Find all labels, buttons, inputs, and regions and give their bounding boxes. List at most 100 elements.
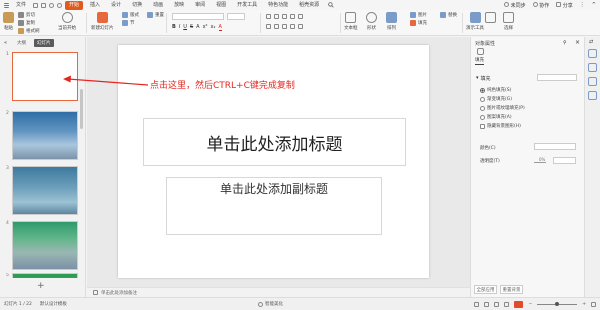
align-right-icon[interactable] <box>282 24 287 29</box>
normal-view-icon[interactable] <box>484 301 490 307</box>
collapse-ribbon-icon[interactable]: ^ <box>592 2 596 8</box>
radio-button[interactable] <box>480 105 485 111</box>
checkbox-hide-background[interactable]: 隐藏背景图形(H) <box>480 123 521 129</box>
undo-icon[interactable] <box>49 2 55 8</box>
ribbon-extra-button[interactable] <box>485 12 496 25</box>
paste-button[interactable]: 粘贴 <box>3 12 14 31</box>
slide-thumbnail-image[interactable] <box>12 166 78 215</box>
tab-design[interactable]: 设计 <box>107 1 125 10</box>
side-toolbar-expand-icon[interactable]: ⇄ <box>589 39 593 45</box>
slide-thumbnail-image[interactable] <box>12 111 78 160</box>
radio-pattern-fill[interactable]: 图案填充(A) <box>480 114 512 120</box>
transparency-input[interactable] <box>553 157 576 164</box>
menu-file[interactable]: 文件 <box>12 1 30 10</box>
slide-thumbnail[interactable]: 1 <box>6 52 78 101</box>
radio-picture-fill[interactable]: 图片或纹理填充(P) <box>480 105 525 111</box>
checkbox[interactable] <box>480 123 485 129</box>
bullet-list-icon[interactable] <box>266 14 271 19</box>
color-picker[interactable] <box>534 143 576 150</box>
fill-preset-dropdown[interactable] <box>537 74 577 81</box>
font-color-button[interactable]: A <box>218 24 222 31</box>
numbered-list-icon[interactable] <box>274 14 279 19</box>
tab-docer[interactable]: 稻壳资源 <box>295 1 323 10</box>
subtitle-placeholder[interactable]: 单击此处添加副标题 <box>166 177 382 235</box>
italic-button[interactable]: I <box>179 24 180 31</box>
picture-button[interactable]: 图片 <box>410 12 427 18</box>
superscript-button[interactable]: x² <box>203 24 208 31</box>
fill-button[interactable]: 填充 <box>410 20 427 26</box>
slide-thumbnail-image[interactable] <box>12 52 78 101</box>
font-size-select[interactable] <box>227 13 245 20</box>
more-icon[interactable]: ⋮ <box>580 2 585 8</box>
radio-gradient-fill[interactable]: 渐变填充(G) <box>480 96 512 102</box>
reading-view-icon[interactable] <box>504 301 510 307</box>
tab-fill[interactable]: 填充 <box>475 57 484 65</box>
collapse-panel-icon[interactable]: « <box>4 40 9 46</box>
from-current-button[interactable]: 当前开始 <box>58 12 76 31</box>
section-button[interactable]: 节 <box>122 20 139 26</box>
tab-slides[interactable]: 幻灯片 <box>34 38 54 47</box>
cut-button[interactable]: 剪切 <box>18 12 40 18</box>
radio-button[interactable] <box>480 96 485 102</box>
fill-tab-icon[interactable] <box>477 48 484 55</box>
settings-icon[interactable] <box>588 91 597 100</box>
tab-home[interactable]: 开始 <box>65 0 84 10</box>
notes-bar[interactable]: 单击此处添加备注 <box>87 287 470 297</box>
subscript-button[interactable]: x₂ <box>211 24 216 31</box>
slide-panel-scrollbar[interactable] <box>80 89 83 129</box>
notes-placeholder[interactable]: 单击此处添加备注 <box>101 290 137 296</box>
reset-background-button[interactable]: 重置背景 <box>500 285 523 294</box>
fill-section-header[interactable]: ▾ 填充 <box>476 75 491 82</box>
tab-review[interactable]: 审阅 <box>191 1 209 10</box>
redo-icon[interactable] <box>57 2 63 8</box>
format-painter-button[interactable]: 格式刷 <box>18 28 40 34</box>
add-slide-button[interactable]: + <box>37 281 45 291</box>
zoom-in-icon[interactable]: + <box>582 302 586 307</box>
replace-button[interactable]: 替换 <box>440 12 457 18</box>
reset-button[interactable]: 重置 <box>147 12 164 18</box>
slideshow-play-button[interactable] <box>514 300 524 308</box>
slide-thumbnail-image[interactable] <box>12 273 78 278</box>
bold-button[interactable]: B <box>172 24 176 31</box>
zoom-slider[interactable] <box>537 301 578 306</box>
properties-icon[interactable] <box>588 49 597 58</box>
tab-features[interactable]: 特色功能 <box>264 1 292 10</box>
select-button[interactable]: 选择 <box>503 12 514 31</box>
sorter-view-icon[interactable] <box>494 301 500 307</box>
radio-solid-fill[interactable]: 纯色填充(S) <box>480 87 511 93</box>
shadow-button[interactable]: A <box>196 24 199 31</box>
distribute-icon[interactable] <box>298 24 303 29</box>
beautify-button[interactable]: 智能美化 <box>258 301 283 307</box>
fit-window-icon[interactable] <box>591 301 596 307</box>
indent-increase-icon[interactable] <box>290 14 295 19</box>
tab-animation[interactable]: 动画 <box>149 1 167 10</box>
slide-thumbnail[interactable]: 5 <box>6 273 78 278</box>
slide-thumbnail[interactable]: 2 <box>6 111 78 160</box>
slide-thumbnail-image[interactable] <box>12 221 78 270</box>
tab-view[interactable]: 视图 <box>212 1 230 10</box>
presenter-tools-button[interactable]: 演示工具 <box>466 12 484 31</box>
search-box[interactable] <box>328 2 334 8</box>
tab-insert[interactable]: 插入 <box>86 1 104 10</box>
menu-icon[interactable] <box>4 2 9 8</box>
underline-button[interactable]: U <box>183 24 187 31</box>
copy-button[interactable]: 复制 <box>18 20 40 26</box>
title-placeholder[interactable]: 单击此处添加标题 <box>143 118 406 166</box>
radio-button[interactable] <box>480 114 485 120</box>
share-button[interactable]: 分享 <box>556 1 573 9</box>
pin-icon[interactable]: ⚲ <box>563 40 567 46</box>
zoom-out-icon[interactable]: − <box>528 302 532 307</box>
new-slide-button[interactable]: 新建幻灯片 <box>91 12 114 31</box>
shape-button[interactable]: 形状 <box>366 12 377 31</box>
animation-icon[interactable] <box>588 77 597 86</box>
collaborate-button[interactable]: 协作 <box>532 1 549 9</box>
zoom-handle[interactable] <box>555 301 560 306</box>
tab-transition[interactable]: 切换 <box>128 1 146 10</box>
theme-name[interactable]: 默认设计模板 <box>40 301 67 307</box>
line-spacing-icon[interactable] <box>298 14 303 19</box>
tab-slideshow[interactable]: 放映 <box>170 1 188 10</box>
font-name-select[interactable] <box>172 13 224 20</box>
style-icon[interactable] <box>588 63 597 72</box>
apply-all-button[interactable]: 全部应用 <box>474 285 497 294</box>
notes-toggle-icon[interactable] <box>474 301 480 307</box>
